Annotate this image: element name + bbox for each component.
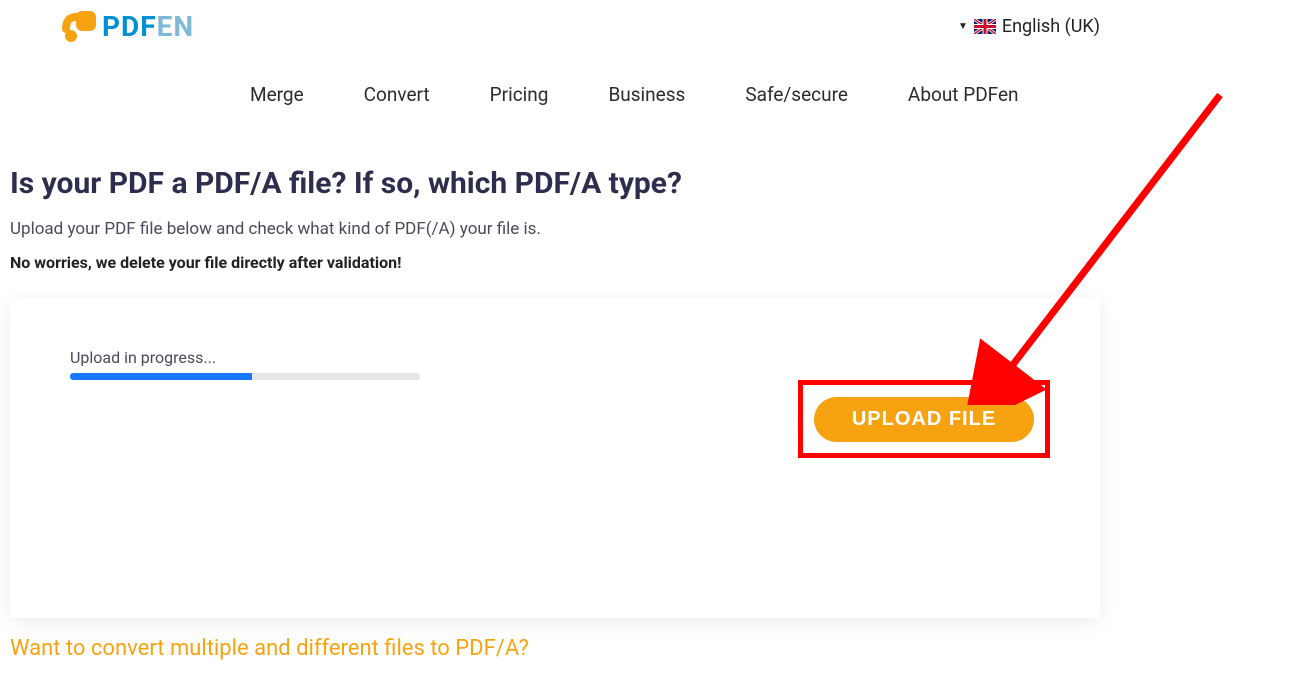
- nav-business[interactable]: Business: [608, 83, 685, 106]
- page-subtext: Upload your PDF file below and check wha…: [10, 219, 1290, 239]
- nav-safe-secure[interactable]: Safe/secure: [745, 83, 848, 106]
- upload-file-button[interactable]: UPLOAD FILE: [814, 397, 1034, 442]
- language-label: English (UK): [1002, 16, 1100, 37]
- nav-about[interactable]: About PDFen: [908, 83, 1019, 106]
- upload-progress-fill: [70, 373, 252, 380]
- main-nav: Merge Convert Pricing Business Safe/secu…: [0, 43, 1300, 136]
- upload-progress-bar: [70, 373, 420, 380]
- convert-multiple-link[interactable]: Want to convert multiple and different f…: [10, 636, 1290, 661]
- logo-icon: [60, 11, 96, 43]
- page-boldtext: No worries, we delete your file directly…: [10, 253, 1290, 272]
- page-title: Is your PDF a PDF/A file? If so, which P…: [10, 166, 1290, 201]
- dropdown-arrow-icon: ▼: [958, 21, 968, 32]
- logo-text: PDFEN: [102, 10, 194, 43]
- flag-uk-icon: [974, 19, 996, 34]
- nav-merge[interactable]: Merge: [250, 83, 304, 106]
- nav-convert[interactable]: Convert: [364, 83, 430, 106]
- language-selector[interactable]: ▼ English (UK): [958, 16, 1100, 37]
- upload-button-highlight: UPLOAD FILE: [798, 380, 1050, 458]
- nav-pricing[interactable]: Pricing: [490, 83, 549, 106]
- logo[interactable]: PDFEN: [60, 10, 194, 43]
- upload-box: Upload in progress... UPLOAD FILE: [10, 298, 1100, 618]
- upload-progress-label: Upload in progress...: [70, 348, 1050, 367]
